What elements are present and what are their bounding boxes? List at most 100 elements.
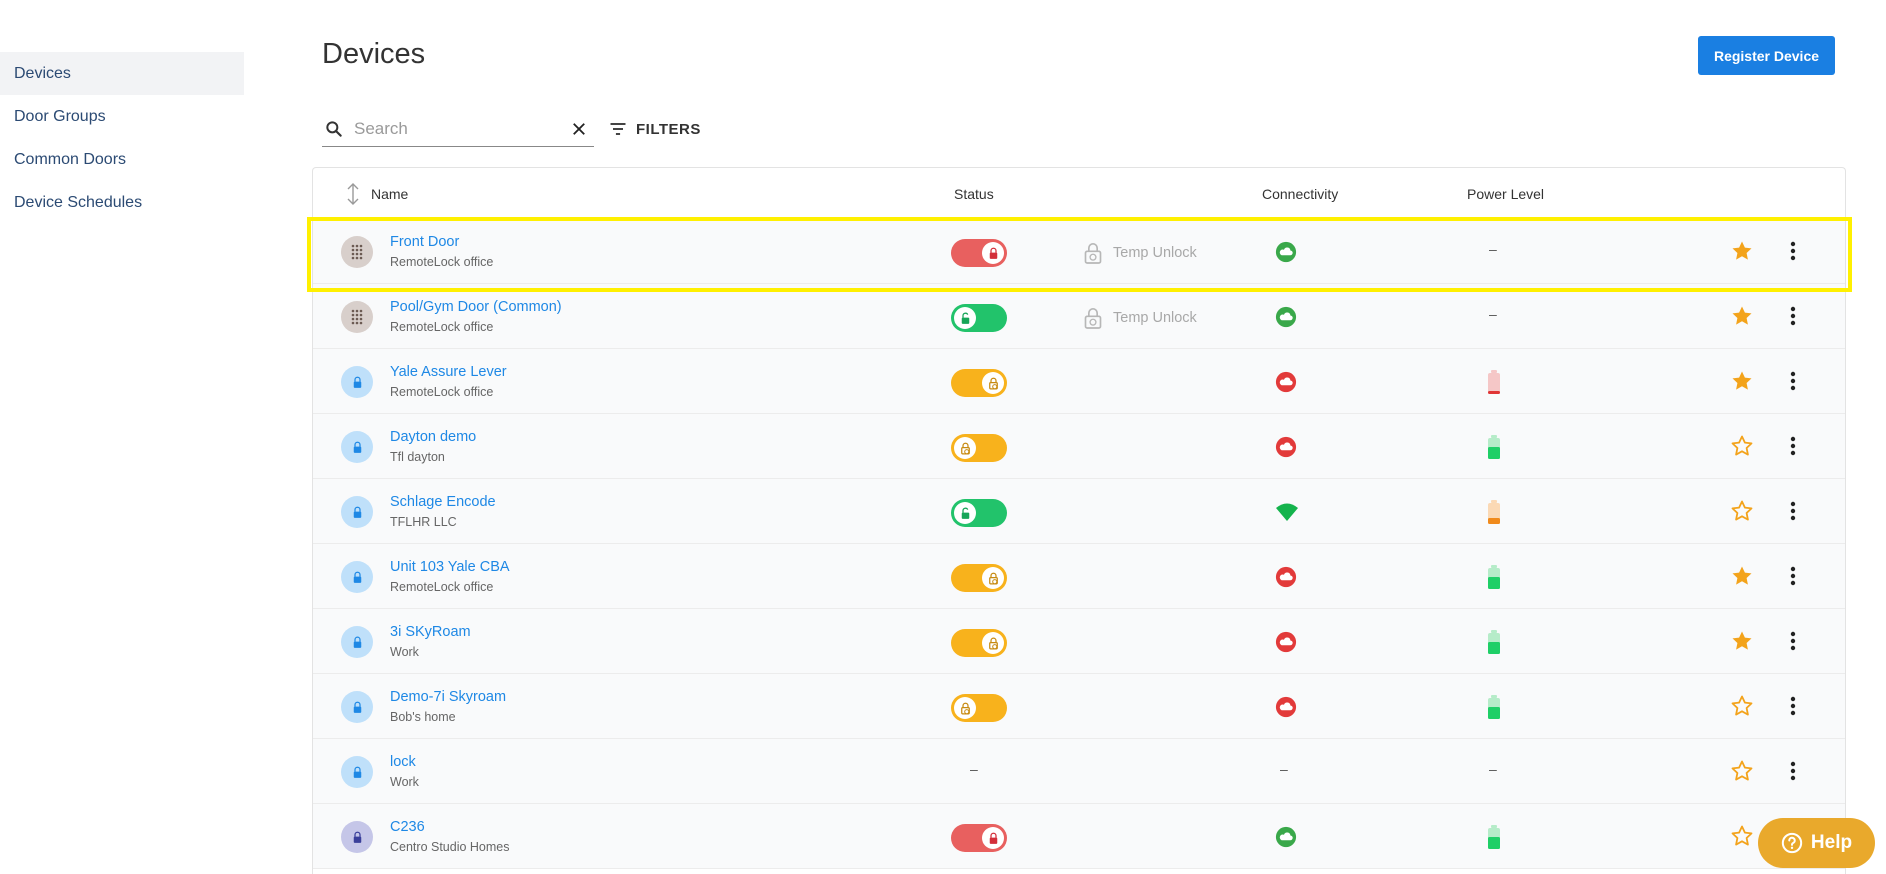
page-title: Devices <box>322 38 426 70</box>
table-row[interactable]: Demo-7i Skyroam Bob's home <box>313 674 1845 739</box>
lock-icon <box>341 561 373 593</box>
favorite-star-icon[interactable] <box>1730 369 1754 393</box>
favorite-star-icon[interactable] <box>1730 694 1754 718</box>
filter-icon <box>610 123 626 135</box>
sidebar: Devices Door Groups Common Doors Device … <box>0 52 244 224</box>
favorite-star-icon[interactable] <box>1730 629 1754 653</box>
lock-icon <box>341 496 373 528</box>
favorite-star-icon[interactable] <box>1730 824 1754 848</box>
cloud-icon <box>1275 306 1297 328</box>
device-name-link[interactable]: Pool/Gym Door (Common) <box>390 299 562 315</box>
sidebar-item-device-schedules[interactable]: Device Schedules <box>0 181 244 224</box>
table-row[interactable]: Unit 103 Yale CBA RemoteLock office <box>313 544 1845 609</box>
more-options-icon[interactable] <box>1789 564 1797 588</box>
cloud-icon <box>1275 371 1297 393</box>
battery-icon <box>1487 824 1501 850</box>
device-name-link[interactable]: Front Door <box>390 234 459 250</box>
sidebar-item-door-groups[interactable]: Door Groups <box>0 95 244 138</box>
lock-icon <box>341 431 373 463</box>
table-row[interactable]: 3i SKyRoam Work <box>313 609 1845 674</box>
lock-status-toggle[interactable] <box>951 369 1007 397</box>
favorite-star-icon[interactable] <box>1730 564 1754 588</box>
lock-state-icon <box>982 242 1004 264</box>
lock-icon <box>341 821 373 853</box>
temp-unlock-label: Temp Unlock <box>1113 310 1197 326</box>
more-options-icon[interactable] <box>1789 694 1797 718</box>
table-row[interactable]: Schlage Encode TFLHR LLC <box>313 479 1845 544</box>
table-row[interactable]: Front Door RemoteLock office Temp Unlock – <box>313 219 1845 284</box>
column-name[interactable]: Name <box>371 186 408 202</box>
device-name-link[interactable]: Dayton demo <box>390 429 476 445</box>
favorite-star-icon[interactable] <box>1730 759 1754 783</box>
device-name-link[interactable]: Unit 103 Yale CBA <box>390 559 510 575</box>
more-options-icon[interactable] <box>1789 304 1797 328</box>
lock-status-toggle[interactable] <box>951 434 1007 462</box>
device-name-link[interactable]: C236 <box>390 819 425 835</box>
device-name-link[interactable]: 3i SKyRoam <box>390 624 471 640</box>
temp-unlock-button[interactable]: Temp Unlock <box>1083 241 1197 265</box>
lock-icon <box>341 691 373 723</box>
lock-status-toggle[interactable] <box>951 694 1007 722</box>
more-options-icon[interactable] <box>1789 434 1797 458</box>
lock-status-toggle[interactable] <box>951 629 1007 657</box>
device-location: Work <box>390 775 419 789</box>
help-icon <box>1781 832 1803 854</box>
keypad-icon <box>341 301 373 333</box>
filters-button[interactable]: FILTERS <box>608 118 701 140</box>
sort-icon[interactable] <box>345 182 361 206</box>
help-button[interactable]: Help <box>1758 818 1875 868</box>
table-row[interactable]: Dayton demo Tfl dayton <box>313 414 1845 479</box>
lock-state-icon <box>954 697 976 719</box>
lock-icon <box>341 756 373 788</box>
table-row[interactable]: Yale Assure Lever RemoteLock office <box>313 349 1845 414</box>
search-input[interactable] <box>352 116 562 142</box>
favorite-star-icon[interactable] <box>1730 434 1754 458</box>
table-row[interactable]: C236 Centro Studio Homes <box>313 804 1845 869</box>
lock-icon <box>341 626 373 658</box>
lock-state-icon <box>954 307 976 329</box>
device-location: RemoteLock office <box>390 385 494 399</box>
more-options-icon[interactable] <box>1789 499 1797 523</box>
device-name-link[interactable]: Schlage Encode <box>390 494 496 510</box>
sidebar-item-common-doors[interactable]: Common Doors <box>0 138 244 181</box>
lock-icon <box>341 366 373 398</box>
sidebar-item-devices[interactable]: Devices <box>0 52 244 95</box>
favorite-star-icon[interactable] <box>1730 239 1754 263</box>
device-name-link[interactable]: Yale Assure Lever <box>390 364 507 380</box>
cloud-icon <box>1275 241 1297 263</box>
more-options-icon[interactable] <box>1789 369 1797 393</box>
lock-status-toggle[interactable] <box>951 564 1007 592</box>
cloud-icon <box>1275 566 1297 588</box>
favorite-star-icon[interactable] <box>1730 499 1754 523</box>
device-location: Tfl dayton <box>390 450 445 464</box>
table-row[interactable]: lock Work – – – <box>313 739 1845 804</box>
lock-status-toggle[interactable] <box>951 824 1007 852</box>
connectivity-empty: – <box>1280 761 1288 777</box>
more-options-icon[interactable] <box>1789 759 1797 783</box>
lock-state-icon <box>982 827 1004 849</box>
register-device-button[interactable]: Register Device <box>1698 36 1835 75</box>
power-empty: – <box>1489 241 1497 257</box>
device-name-link[interactable]: Demo-7i Skyroam <box>390 689 506 705</box>
lock-status-toggle[interactable] <box>951 304 1007 332</box>
device-location: RemoteLock office <box>390 580 494 594</box>
device-name-link[interactable]: lock <box>390 754 416 770</box>
table-row[interactable]: Pool/Gym Door (Common) RemoteLock office T… <box>313 284 1845 349</box>
battery-icon <box>1487 564 1501 590</box>
clear-icon[interactable] <box>570 120 588 138</box>
more-options-icon[interactable] <box>1789 629 1797 653</box>
temp-unlock-icon <box>1084 243 1102 264</box>
device-location: Bob's home <box>390 710 456 724</box>
device-location: RemoteLock office <box>390 255 494 269</box>
lock-status-toggle[interactable] <box>951 239 1007 267</box>
lock-state-icon <box>982 372 1004 394</box>
search-bar <box>322 112 594 147</box>
table-header: Name Status Connectivity Power Level <box>313 168 1845 219</box>
more-options-icon[interactable] <box>1789 239 1797 263</box>
battery-icon <box>1487 369 1501 395</box>
status-empty: – <box>970 761 978 777</box>
cloud-icon <box>1275 631 1297 653</box>
temp-unlock-button[interactable]: Temp Unlock <box>1083 306 1197 330</box>
favorite-star-icon[interactable] <box>1730 304 1754 328</box>
lock-status-toggle[interactable] <box>951 499 1007 527</box>
